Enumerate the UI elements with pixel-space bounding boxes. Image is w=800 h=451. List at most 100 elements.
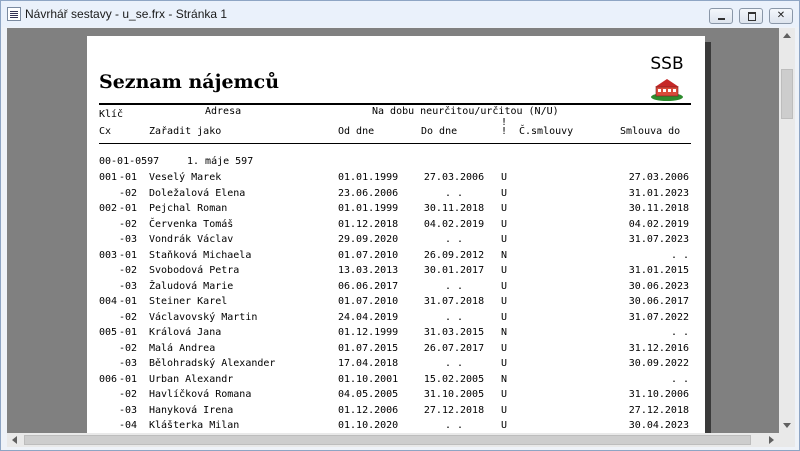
cell-do: . . <box>444 234 464 245</box>
cell-do: 31.03.2015 <box>423 327 485 338</box>
title-bar[interactable]: Návrhář sestavy - u_se.frx - Stránka 1 <box>1 1 799 27</box>
cell-nu: U <box>501 358 508 369</box>
cell-name: Václavovský Martin <box>149 311 258 323</box>
scrollbar-corner <box>779 433 795 447</box>
cell-cx: -02 <box>119 218 138 230</box>
cell-cx: -02 <box>119 342 138 354</box>
maximize-button[interactable] <box>739 8 763 24</box>
table-row: 001 -01 Veselý Marek 01.01.1999 27.03.2006 U 2… <box>87 172 705 186</box>
cell-od: 01.01.1999 <box>338 172 399 183</box>
header-excl2: ! <box>501 126 508 137</box>
cell-od: 01.01.1999 <box>338 203 399 214</box>
cell-smlouva-do: 31.01.2015 <box>628 265 689 276</box>
cell-nu: U <box>501 218 508 230</box>
cell-smlouva-do: 30.09.2022 <box>628 358 689 369</box>
table-row: 002 -01 Pejchal Roman 01.01.1999 30.11.2018 U… <box>87 203 705 217</box>
cell-cx: -01 <box>119 296 138 307</box>
cell-smlouva-do: 27.12.2018 <box>628 404 689 416</box>
cell-id: 003 <box>99 249 118 261</box>
scroll-down-arrow-icon[interactable] <box>779 417 795 433</box>
cell-nu: U <box>501 296 508 307</box>
scroll-left-arrow-icon[interactable] <box>7 433 23 447</box>
table-row: 005 -01 Králová Jana 01.12.1999 31.03.2015 N.… <box>87 327 705 341</box>
cell-smlouva-do: 30.04.2023 <box>628 420 689 431</box>
cell-do: 27.12.2018 <box>423 404 485 416</box>
cell-cx: -02 <box>119 389 138 400</box>
cell-cx: -01 <box>119 249 138 261</box>
cell-do: 04.02.2019 <box>423 218 485 230</box>
cell-cx: -02 <box>119 311 138 323</box>
scroll-up-arrow-icon[interactable] <box>779 28 795 44</box>
cell-nu: U <box>501 342 508 354</box>
cell-cx: -01 <box>119 172 138 183</box>
cell-name: Veselý Marek <box>149 172 222 183</box>
cell-od: 06.06.2017 <box>338 280 399 292</box>
cell-nu: U <box>501 234 508 245</box>
cell-do: . . <box>444 311 464 323</box>
cell-cx: -01 <box>119 203 138 214</box>
report-designer-window: Návrhář sestavy - u_se.frx - Stránka 1 S… <box>0 0 800 451</box>
cell-od: 01.10.2001 <box>338 373 399 385</box>
cell-do: 26.09.2012 <box>423 249 485 261</box>
cell-smlouva-do: 27.03.2006 <box>628 172 689 183</box>
cell-nu: U <box>501 172 508 183</box>
cell-cx: -03 <box>119 280 138 292</box>
cell-od: 23.06.2006 <box>338 187 399 199</box>
cell-name: Bělohradský Alexander <box>149 358 276 369</box>
report-preview-area[interactable]: Seznam nájemců SSB Klíč Adresa Na dobu n… <box>7 28 779 433</box>
cell-nu: N <box>501 249 508 261</box>
cell-name: Pejchal Roman <box>149 203 228 214</box>
cell-od: 01.10.2020 <box>338 420 399 431</box>
table-row: 004 -01 Steiner Karel 01.07.2010 31.07.2018 U… <box>87 296 705 310</box>
header-adresa: Adresa <box>205 106 242 117</box>
cell-name: Staňková Michaela <box>149 249 252 261</box>
cell-do: 15.02.2005 <box>423 373 485 385</box>
table-row: -02 Malá Andrea 01.07.2015 26.07.2017 U 31.12… <box>87 343 705 357</box>
cell-nu: U <box>501 420 508 431</box>
cell-nu: N <box>501 373 508 385</box>
cell-name: Hanyková Irena <box>149 404 234 416</box>
header-klic: Klíč <box>99 109 124 120</box>
cell-nu: U <box>501 187 508 199</box>
header-na-dobu: Na dobu neurčitou/určitou (N/U) <box>372 106 559 117</box>
cell-od: 29.09.2020 <box>338 234 399 245</box>
vertical-scrollbar[interactable] <box>779 28 795 433</box>
table-row: -02 Svobodová Petra 13.03.2013 30.01.2017 U 3… <box>87 265 705 279</box>
header-do-dne: Do dne <box>421 126 458 137</box>
minimize-button[interactable] <box>709 8 733 24</box>
cell-id: 005 <box>99 327 118 338</box>
cell-smlouva-do: . . <box>670 373 689 385</box>
table-row: -02 Havlíčková Romana 04.05.2005 31.10.2005… <box>87 389 705 403</box>
cell-nu: U <box>501 311 508 323</box>
header-od-dne: Od dne <box>338 126 375 137</box>
cell-do: . . <box>444 420 464 431</box>
table-row: -02 Doležalová Elena 23.06.2006 . . U 31.01.2… <box>87 188 705 202</box>
cell-smlouva-do: 31.07.2023 <box>628 234 689 245</box>
table-row: -03 Žaludová Marie 06.06.2017 . . U 30.06.202… <box>87 281 705 295</box>
cell-od: 04.05.2005 <box>338 389 399 400</box>
cell-do: . . <box>444 280 464 292</box>
report-title: Seznam nájemců <box>99 71 280 93</box>
cell-od: 01.07.2010 <box>338 296 399 307</box>
header-smlouva-do: Smlouva do <box>620 126 681 137</box>
cell-od: 17.04.2018 <box>338 358 399 369</box>
scroll-right-arrow-icon[interactable] <box>763 433 779 447</box>
cell-nu: U <box>501 280 508 292</box>
cell-nu: N <box>501 327 508 338</box>
cell-smlouva-do: . . <box>670 249 689 261</box>
cell-cx: -02 <box>119 265 138 276</box>
cell-cx: -03 <box>119 358 138 369</box>
cell-cx: -03 <box>119 404 138 416</box>
cell-name: Havlíčková Romana <box>149 389 252 400</box>
horizontal-scroll-thumb[interactable] <box>24 435 751 445</box>
cell-od: 01.12.1999 <box>338 327 399 338</box>
cell-name: Svobodová Petra <box>149 265 240 276</box>
cell-smlouva-do: 31.12.2016 <box>628 342 689 354</box>
vertical-scroll-thumb[interactable] <box>781 69 793 119</box>
report-page: Seznam nájemců SSB Klíč Adresa Na dobu n… <box>87 36 705 433</box>
close-button[interactable] <box>769 8 793 24</box>
horizontal-scrollbar[interactable] <box>7 433 779 447</box>
header-bottom-rule <box>99 143 691 144</box>
cell-nu: U <box>501 265 508 276</box>
cell-od: 24.04.2019 <box>338 311 399 323</box>
